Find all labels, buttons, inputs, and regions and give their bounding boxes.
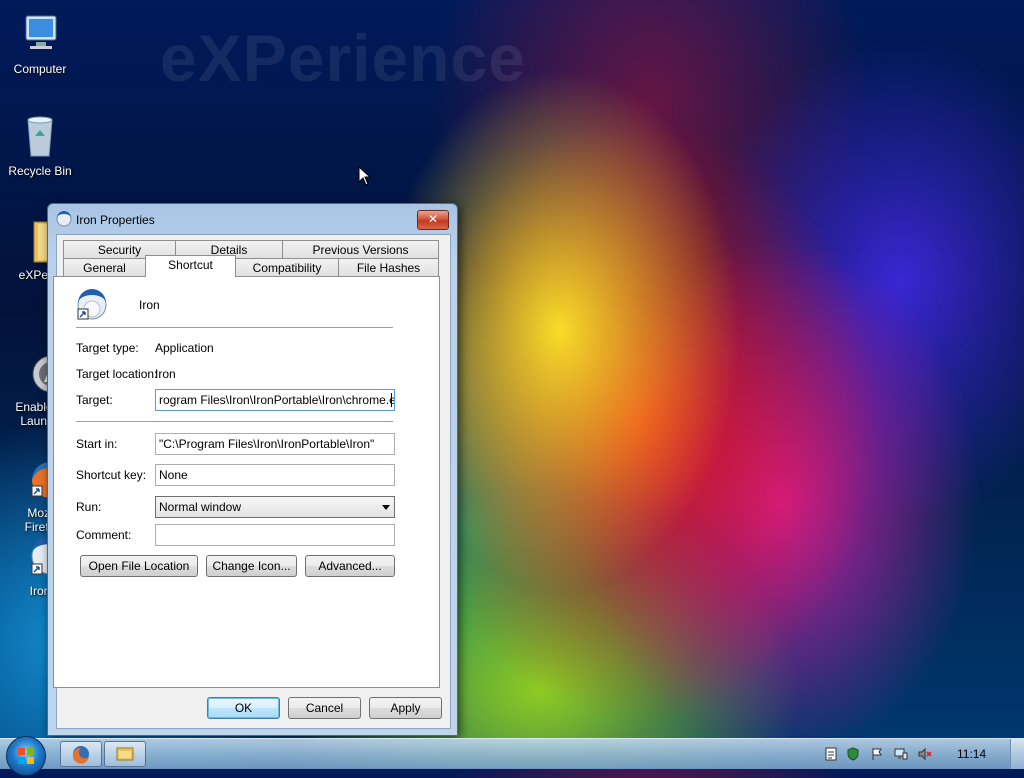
apply-button[interactable]: Apply [369,697,442,719]
tab-previous-versions[interactable]: Previous Versions [282,240,439,258]
start-in-label: Start in: [76,437,118,451]
dialog-title: Iron Properties [76,213,155,227]
notepad-icon[interactable] [824,747,838,761]
action-center-flag-icon[interactable] [870,747,884,761]
iron-app-icon [76,289,108,321]
ok-button[interactable]: OK [207,697,280,719]
desktop-icon-label: Computer [13,62,67,76]
taskbar-explorer-button[interactable] [104,741,146,767]
comment-input[interactable] [155,524,395,546]
app-name: Iron [139,298,160,312]
close-button[interactable]: ✕ [417,210,449,230]
desktop-icon-recycle-bin[interactable]: Recycle Bin [0,112,80,178]
target-location-value: Iron [155,367,176,381]
separator [76,421,393,423]
text-caret [391,393,392,407]
run-select[interactable]: Normal window [155,496,395,518]
taskbar-firefox-button[interactable] [60,741,102,767]
cancel-button[interactable]: Cancel [288,697,361,719]
comment-label: Comment: [76,528,132,542]
run-label: Run: [76,500,102,514]
tab-file-hashes[interactable]: File Hashes [338,258,439,276]
desktop-icon-computer[interactable]: Computer [0,10,80,76]
dialog-titlebar[interactable]: Iron Properties ✕ [48,204,457,234]
desktop-watermark: eXPerience [160,21,526,95]
start-in-input[interactable]: "C:\Program Files\Iron\IronPortable\Iron… [155,433,395,455]
show-desktop-button[interactable] [1010,739,1024,769]
tab-compatibility[interactable]: Compatibility [235,258,339,276]
taskbar: 11:14 [0,736,1024,776]
computer-icon [16,10,64,58]
folder-icon [116,747,134,761]
target-type-label: Target type: [76,341,139,355]
separator [76,327,393,329]
advanced-button[interactable]: Advanced... [305,555,395,577]
network-icon[interactable] [894,747,908,761]
target-label: Target: [76,393,113,407]
shortcut-key-label: Shortcut key: [76,468,147,482]
taskbar-clock[interactable]: 11:14 [957,747,986,761]
change-icon-button[interactable]: Change Icon... [206,555,297,577]
tab-general[interactable]: General [63,258,146,276]
target-location-label: Target location: [76,367,158,381]
run-select-value: Normal window [159,500,242,514]
tab-shortcut[interactable]: Shortcut [145,255,236,277]
security-shield-icon[interactable] [846,747,860,761]
desktop-icon-label: Recycle Bin [8,164,72,178]
mouse-cursor-icon [358,165,372,189]
iron-title-icon [56,211,72,227]
volume-muted-icon[interactable] [918,747,932,761]
shortcut-key-input[interactable]: None [155,464,395,486]
target-input[interactable]: rogram Files\Iron\IronPortable\Iron\chro… [155,389,395,411]
recycle-bin-icon [16,112,64,160]
firefox-icon [72,746,89,764]
target-type-value: Application [155,341,214,355]
start-button[interactable] [6,736,46,776]
chevron-down-icon [382,505,390,510]
windows-logo-icon [18,748,34,764]
open-file-location-button[interactable]: Open File Location [80,555,198,577]
